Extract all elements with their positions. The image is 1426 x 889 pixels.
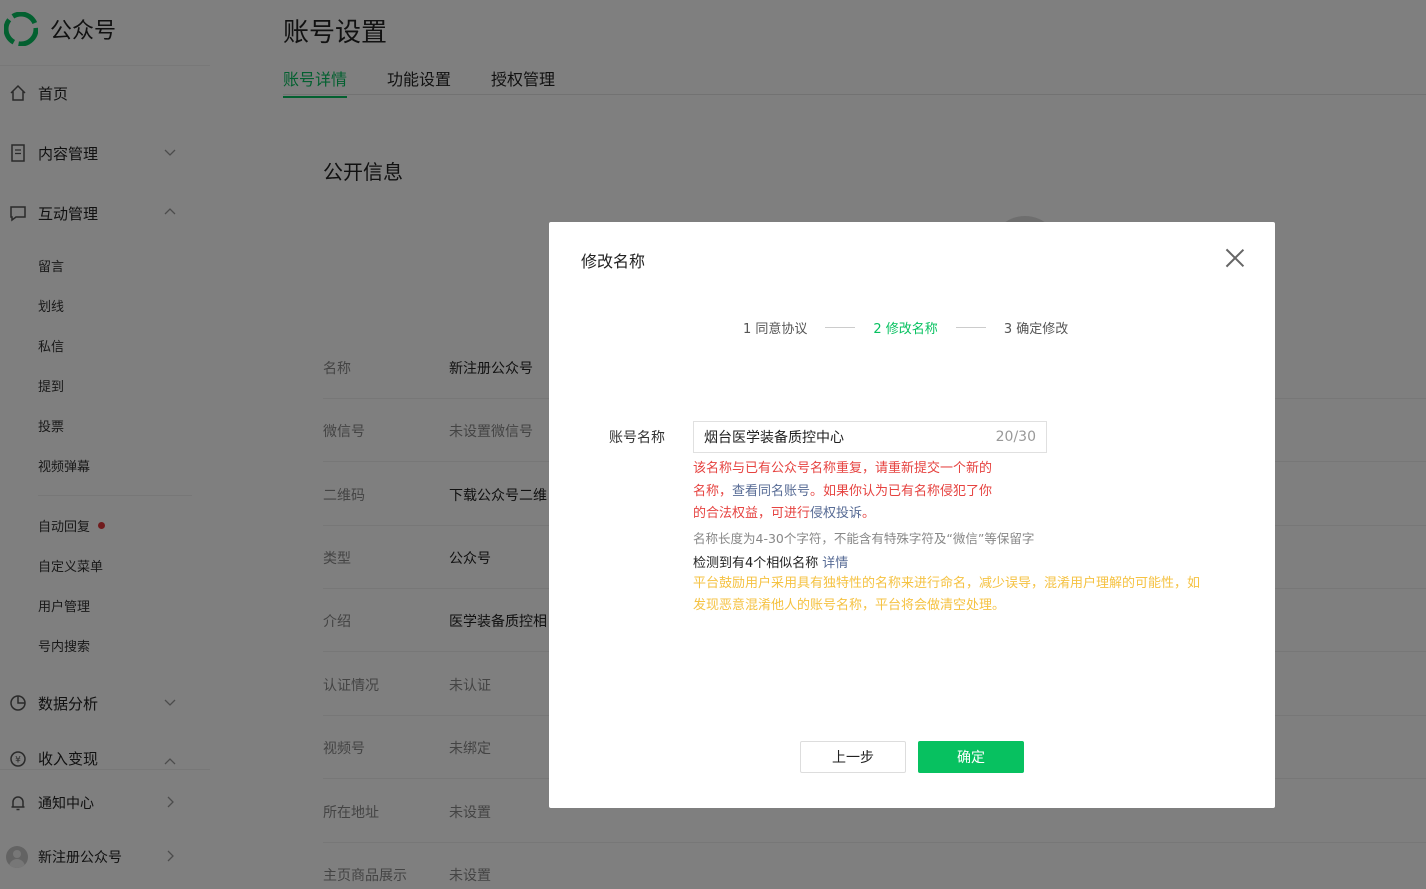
step-agree: 1 同意协议 — [743, 322, 808, 337]
similar-text: 检测到有4个相似名称 — [693, 556, 819, 571]
error-text: 。 — [862, 506, 876, 521]
similar-names-notice: 检测到有4个相似名称 详情 — [693, 552, 848, 571]
confirm-button[interactable]: 确定 — [918, 741, 1024, 773]
step-connector — [825, 327, 856, 328]
step-indicator: 1 同意协议 2 修改名称 3 确定修改 — [743, 318, 1068, 337]
name-rules-hint: 名称长度为4-30个字符，不能含有特殊字符及“微信”等保留字 — [693, 531, 1035, 546]
account-name-input[interactable] — [704, 429, 996, 445]
step-rename: 2 修改名称 — [873, 322, 938, 337]
step-connector — [955, 327, 986, 328]
view-same-name-link[interactable]: 查看同名账号 — [732, 484, 810, 499]
char-counter: 20/30 — [995, 429, 1036, 445]
close-icon[interactable] — [1224, 247, 1246, 269]
previous-step-button[interactable]: 上一步 — [800, 741, 906, 773]
duplicate-name-error: 该名称与已有公众号名称重复，请重新提交一个新的名称，查看同名账号。如果你认为已有… — [693, 458, 1003, 526]
infringement-complaint-link[interactable]: 侵权投诉 — [810, 506, 862, 521]
step-confirm: 3 确定修改 — [1003, 322, 1069, 337]
rename-dialog: 修改名称 1 同意协议 2 修改名称 3 确定修改 账号名称 20/30 该名称… — [549, 222, 1275, 808]
account-name-label: 账号名称 — [609, 430, 665, 446]
similar-details-link[interactable]: 详情 — [822, 556, 848, 571]
dialog-title: 修改名称 — [581, 252, 646, 271]
naming-warning: 平台鼓励用户采用具有独特性的名称来进行命名，减少误导，混淆用户理解的可能性，如发… — [693, 576, 1201, 613]
account-name-field[interactable]: 20/30 — [693, 421, 1047, 453]
